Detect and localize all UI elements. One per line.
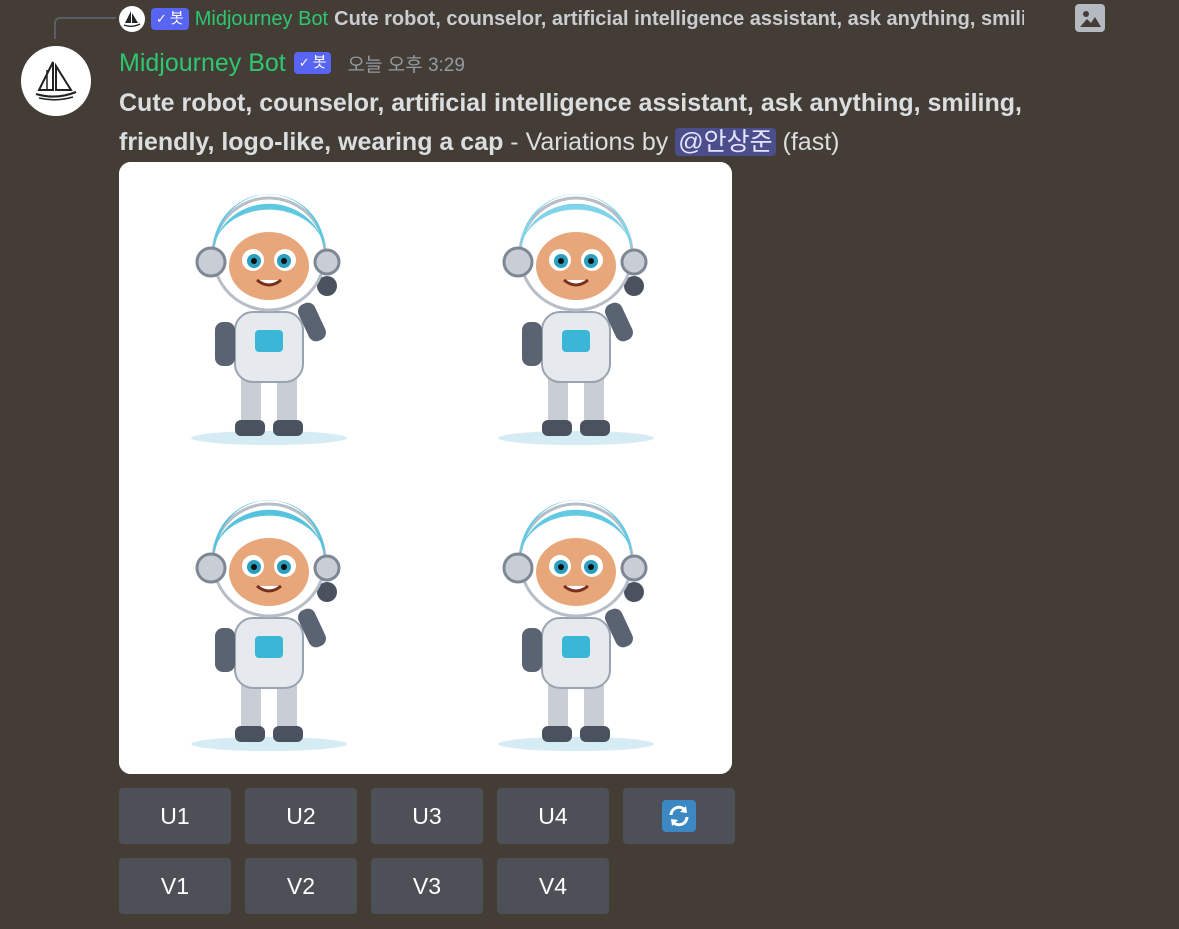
- upscale-3-button[interactable]: U3: [371, 788, 483, 844]
- bot-badge-label: 봇: [169, 10, 184, 27]
- user-mention[interactable]: @안상준: [675, 128, 776, 156]
- image-icon: [1075, 4, 1105, 32]
- variations-text: - Variations by: [503, 128, 676, 156]
- mode-text: (fast): [775, 128, 840, 156]
- author-name[interactable]: Midjourney Bot: [119, 49, 286, 78]
- verified-check-icon: ✓: [298, 55, 310, 70]
- image-grid[interactable]: [119, 162, 732, 774]
- variation-4-button[interactable]: V4: [497, 858, 609, 914]
- reply-preview[interactable]: ✓ 봇 Midjourney Bot Cute robot, counselor…: [119, 4, 1109, 34]
- bot-badge: ✓ 봇: [151, 8, 189, 30]
- message-content: Cute robot, counselor, artificial intell…: [119, 84, 1099, 162]
- reroll-button[interactable]: [623, 788, 735, 844]
- upscale-2-button[interactable]: U2: [245, 788, 357, 844]
- bot-badge: ✓ 봇: [293, 52, 332, 74]
- upscale-1-button[interactable]: U1: [119, 788, 231, 844]
- variation-1-button[interactable]: V1: [119, 858, 231, 914]
- robot-image-4[interactable]: [426, 468, 732, 774]
- bot-badge-label: 봇: [312, 54, 327, 71]
- message-header: Midjourney Bot ✓ 봇 오늘 오후 3:29: [119, 46, 465, 80]
- author-avatar[interactable]: [21, 46, 91, 116]
- variation-2-button[interactable]: V2: [245, 858, 357, 914]
- reply-connector-line: [54, 17, 116, 39]
- midjourney-logo-icon[interactable]: [119, 6, 145, 32]
- verified-check-icon: ✓: [156, 11, 167, 26]
- variation-3-button[interactable]: V3: [371, 858, 483, 914]
- timestamp[interactable]: 오늘 오후 3:29: [347, 50, 464, 77]
- midjourney-sailboat-icon: [35, 61, 77, 101]
- upscale-4-button[interactable]: U4: [497, 788, 609, 844]
- refresh-icon: [662, 800, 696, 832]
- reply-author[interactable]: Midjourney Bot: [195, 8, 328, 31]
- reply-snippet[interactable]: Cute robot, counselor, artificial intell…: [334, 8, 1024, 31]
- robot-image-3[interactable]: [119, 468, 425, 774]
- robot-image-1[interactable]: [119, 162, 425, 468]
- robot-image-2[interactable]: [426, 162, 732, 468]
